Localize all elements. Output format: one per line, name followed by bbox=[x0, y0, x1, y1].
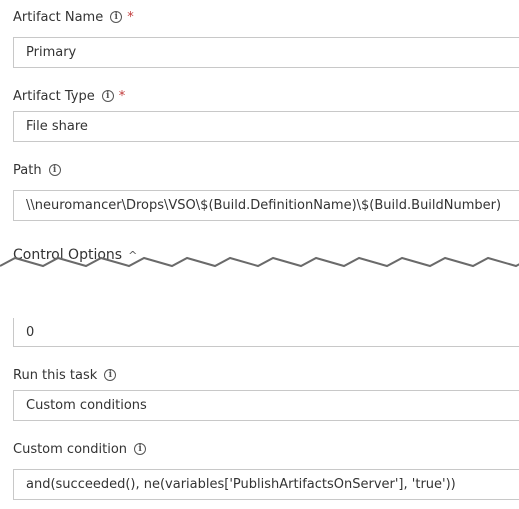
artifact-name-label-row: Artifact Name i * bbox=[13, 7, 519, 27]
custom-condition-label-row: Custom condition i bbox=[13, 439, 519, 459]
info-icon[interactable]: i bbox=[110, 11, 123, 23]
artifact-type-select[interactable]: File share bbox=[13, 111, 519, 142]
path-field: Path i bbox=[13, 160, 519, 180]
run-this-task-label-row: Run this task i bbox=[13, 365, 519, 385]
info-icon[interactable]: i bbox=[48, 164, 61, 176]
timeout-input-fragment[interactable]: 0 bbox=[13, 318, 519, 347]
custom-condition-field: Custom condition i bbox=[13, 439, 519, 459]
artifact-name-input[interactable]: Primary bbox=[13, 37, 519, 68]
run-this-task-label: Run this task bbox=[13, 367, 98, 383]
path-input[interactable]: \\neuromancer\Drops\VSO\$(Build.Definiti… bbox=[13, 190, 519, 221]
artifact-name-label: Artifact Name bbox=[13, 9, 104, 25]
info-icon[interactable]: i bbox=[101, 90, 114, 102]
artifact-type-field: Artifact Type i * bbox=[13, 86, 519, 106]
run-this-task-field: Run this task i bbox=[13, 365, 519, 385]
artifact-name-field: Artifact Name i * bbox=[13, 7, 519, 27]
custom-condition-label: Custom condition bbox=[13, 441, 128, 457]
path-label-row: Path i bbox=[13, 160, 519, 180]
required-marker: * bbox=[118, 88, 126, 104]
info-icon[interactable]: i bbox=[134, 443, 147, 455]
artifact-type-label: Artifact Type bbox=[13, 88, 95, 104]
info-icon[interactable]: i bbox=[104, 369, 117, 381]
artifact-type-label-row: Artifact Type i * bbox=[13, 86, 519, 106]
required-marker: * bbox=[127, 9, 134, 25]
run-this-task-select[interactable]: Custom conditions bbox=[13, 390, 519, 421]
path-label: Path bbox=[13, 162, 42, 178]
custom-condition-input[interactable]: and(succeeded(), ne(variables['PublishAr… bbox=[13, 469, 519, 500]
